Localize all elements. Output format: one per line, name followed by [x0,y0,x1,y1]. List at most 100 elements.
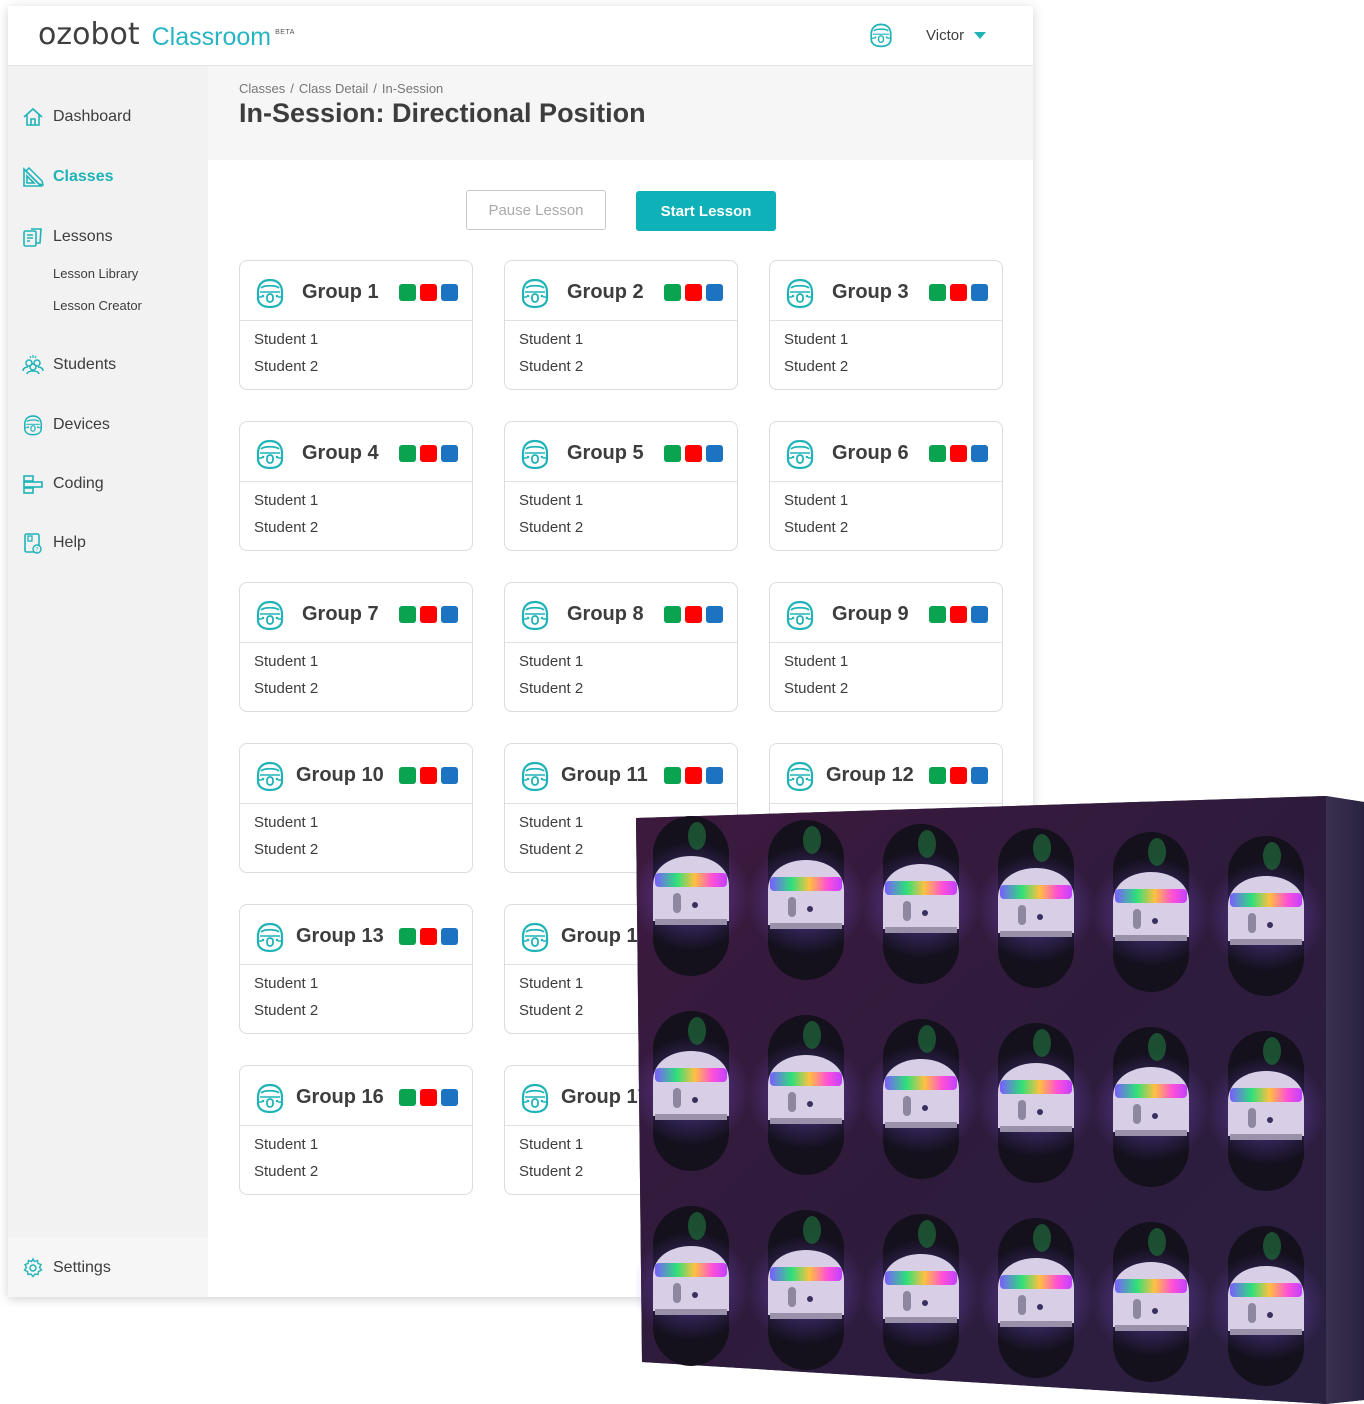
color-swatch [399,284,416,301]
student-name[interactable]: Student 2 [254,1002,318,1019]
ozobot-icon [519,760,551,792]
sidebar-item-lessons[interactable]: Lessons [22,226,113,248]
student-name[interactable]: Student 2 [519,519,583,536]
group-card[interactable]: Group 1 Student 1 Student 2 [239,260,473,390]
group-card-header: Group 4 [240,422,472,482]
color-code-swatches [399,606,458,623]
students-icon [22,355,44,375]
sidebar-item-help[interactable]: ? Help [22,532,86,554]
student-name[interactable]: Student 1 [254,653,318,670]
ozobot-avatar-icon [868,22,894,48]
color-swatch [441,928,458,945]
color-swatch [971,445,988,462]
group-card[interactable]: Group 9 Student 1 Student 2 [769,582,1003,712]
ozobot-wordmark: ozobot [38,17,140,52]
user-menu[interactable]: Victor [868,22,987,48]
color-swatch [441,606,458,623]
color-swatch [664,767,681,784]
ozobot-icon [254,760,286,792]
sidebar-item-dashboard[interactable]: Dashboard [22,106,131,128]
student-name[interactable]: Student 2 [519,1002,583,1019]
group-card-header: Group 6 [770,422,1002,482]
student-name[interactable]: Student 1 [519,653,583,670]
student-name[interactable]: Student 1 [254,975,318,992]
group-card[interactable]: Group 8 Student 1 Student 2 [504,582,738,712]
student-name[interactable]: Student 2 [784,680,848,697]
group-card-header: Group 7 [240,583,472,643]
sidebar-item-devices[interactable]: Devices [22,414,110,436]
student-name[interactable]: Student 2 [254,519,318,536]
student-name[interactable]: Student 2 [784,358,848,375]
student-name[interactable]: Student 1 [784,492,848,509]
student-name[interactable]: Student 1 [519,492,583,509]
breadcrumb-in-session: In-Session [381,81,444,96]
student-name[interactable]: Student 1 [519,814,583,831]
group-card[interactable]: Group 6 Student 1 Student 2 [769,421,1003,551]
student-name[interactable]: Student 1 [519,331,583,348]
group-card[interactable]: Group 16 Student 1 Student 2 [239,1065,473,1195]
student-name[interactable]: Student 1 [254,492,318,509]
group-card[interactable]: Group 13 Student 1 Student 2 [239,904,473,1034]
user-name: Victor [926,26,965,44]
breadcrumb-class-detail[interactable]: Class Detail [299,81,368,96]
student-name[interactable]: Student 2 [254,358,318,375]
color-swatch [399,606,416,623]
student-name[interactable]: Student 2 [254,1163,318,1180]
color-swatch [399,1089,416,1106]
color-code-swatches [664,445,723,462]
group-card[interactable]: Group 2 Student 1 Student 2 [504,260,738,390]
help-book-icon: ? [24,533,42,554]
group-card[interactable]: Group 7 Student 1 Student 2 [239,582,473,712]
color-swatch [420,445,437,462]
sidebar-item-settings[interactable]: Settings [22,1257,111,1279]
ozobot-icon [784,438,816,470]
color-code-swatches [399,1089,458,1106]
pause-lesson-button[interactable]: Pause Lesson [466,190,606,230]
sidebar-footer: Settings [8,1237,208,1297]
color-swatch [420,284,437,301]
student-name[interactable]: Student 2 [254,841,318,858]
color-swatch [420,767,437,784]
student-name[interactable]: Student 1 [254,1136,318,1153]
breadcrumb: Classes / Class Detail / In-Session [239,81,443,96]
color-swatch [685,445,702,462]
group-card[interactable]: Group 10 Student 1 Student 2 [239,743,473,873]
start-lesson-button[interactable]: Start Lesson [636,191,776,231]
student-name[interactable]: Student 2 [519,680,583,697]
color-swatch [929,445,946,462]
color-swatch [685,606,702,623]
case-side [1326,796,1364,1404]
group-name: Group 13 [296,925,384,947]
color-code-swatches [664,606,723,623]
group-card[interactable]: Group 3 Student 1 Student 2 [769,260,1003,390]
student-name[interactable]: Student 1 [519,975,583,992]
ozobot-icon [784,599,816,631]
sidebar-item-classes[interactable]: Classes [22,166,114,188]
sidebar-item-coding[interactable]: Coding [22,473,104,495]
color-swatch [929,284,946,301]
sidebar-item-students[interactable]: Students [22,354,116,376]
ozobot-icon [519,599,551,631]
student-name[interactable]: Student 1 [519,1136,583,1153]
student-name[interactable]: Student 2 [519,358,583,375]
student-name[interactable]: Student 2 [784,519,848,536]
page-header: Classes / Class Detail / In-Session In-Sessi… [208,66,1033,160]
student-name[interactable]: Student 1 [784,331,848,348]
ruler-pencil-icon [23,166,44,187]
sidebar-item-label: Help [53,534,86,551]
student-name[interactable]: Student 2 [519,1163,583,1180]
student-name[interactable]: Student 2 [254,680,318,697]
group-card-header: Group 12 [770,744,1002,804]
sidebar-subitem-lesson-creator[interactable]: Lesson Creator [53,298,142,313]
ozobot-icon [254,599,286,631]
breadcrumb-classes[interactable]: Classes [239,81,285,96]
ozobot-icon [254,277,286,309]
group-card[interactable]: Group 5 Student 1 Student 2 [504,421,738,551]
student-name[interactable]: Student 1 [254,814,318,831]
sidebar-subitem-lesson-library[interactable]: Lesson Library [53,266,138,281]
group-card[interactable]: Group 4 Student 1 Student 2 [239,421,473,551]
student-name[interactable]: Student 1 [784,653,848,670]
ozobot-classroom-logo[interactable]: ozobot Classroom BETA [38,17,295,52]
student-name[interactable]: Student 1 [254,331,318,348]
student-name[interactable]: Student 2 [519,841,583,858]
